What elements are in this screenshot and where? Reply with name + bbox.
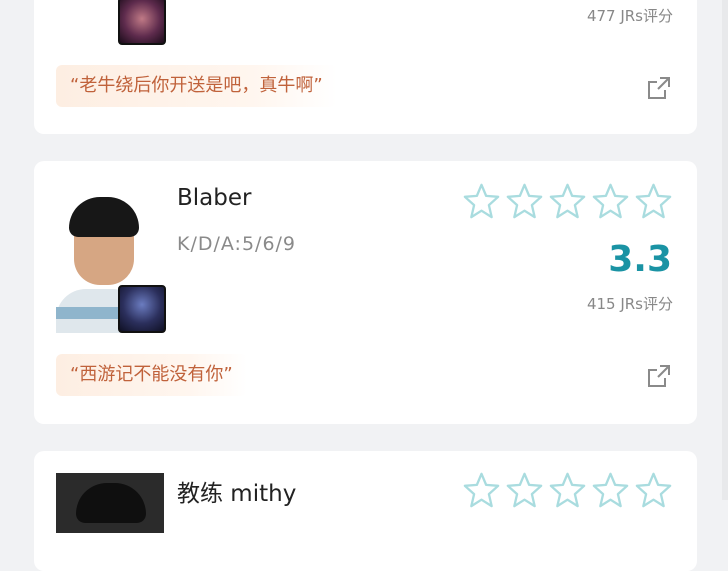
external-share-icon[interactable] [646, 363, 672, 389]
star-outline-icon[interactable] [463, 471, 500, 508]
scrollbar[interactable] [722, 0, 728, 500]
champion-icon [118, 0, 166, 45]
external-share-icon[interactable] [646, 75, 672, 101]
player-card-1: 477 JRs评分 “老牛绕后你开送是吧，真牛啊” [34, 0, 697, 134]
star-outline-icon[interactable] [463, 182, 500, 219]
star-outline-icon[interactable] [592, 471, 629, 508]
player-name: Blaber [177, 185, 252, 211]
comment-quote[interactable]: “老牛绕后你开送是吧，真牛啊” [56, 65, 337, 107]
star-outline-icon[interactable] [549, 182, 586, 219]
star-outline-icon[interactable] [506, 182, 543, 219]
kda-stat: K/D/A:5/6/9 [177, 233, 297, 255]
vote-count: 415 JRs评分 [586, 295, 673, 313]
star-outline-icon[interactable] [592, 182, 629, 219]
star-outline-icon[interactable] [549, 471, 586, 508]
player-name: 教练 mithy [177, 481, 297, 507]
star-outline-icon[interactable] [506, 471, 543, 508]
vote-count: 477 JRs评分 [586, 7, 673, 25]
player-avatar [56, 0, 166, 45]
average-score: 3.3 [608, 239, 672, 280]
player-avatar [56, 193, 166, 333]
star-outline-icon[interactable] [635, 182, 672, 219]
player-avatar [56, 473, 164, 533]
champion-icon [118, 285, 166, 333]
comment-quote[interactable]: “西游记不能没有你” [56, 354, 247, 396]
player-card-2: Blaber K/D/A:5/6/9 3.3 415 JRs评分 “西游记不能没… [34, 161, 697, 424]
rating-stars[interactable] [463, 471, 672, 508]
rating-stars[interactable] [463, 182, 672, 219]
star-outline-icon[interactable] [635, 471, 672, 508]
player-card-3: 教练 mithy [34, 451, 697, 571]
